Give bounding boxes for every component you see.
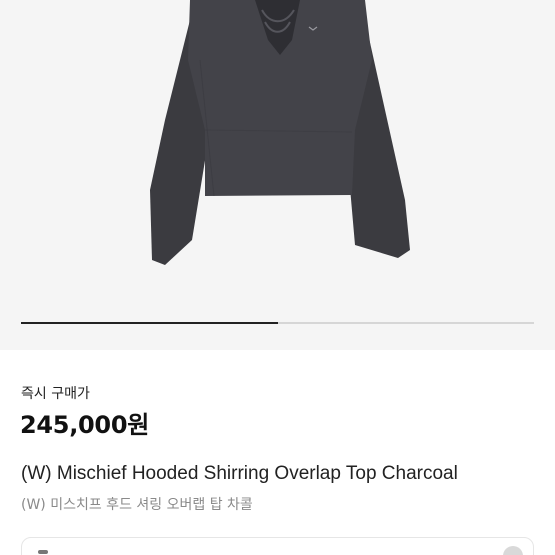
chevron-circle-icon[interactable] — [503, 546, 523, 555]
product-gallery[interactable] — [0, 0, 555, 350]
option-card[interactable] — [21, 537, 534, 555]
price-label: 즉시 구매가 — [21, 386, 90, 402]
product-image — [150, 0, 410, 265]
gallery-progress-track — [21, 322, 534, 324]
gallery-progress-fill — [21, 322, 278, 324]
product-title-ko[interactable]: (W) 미스치프 후드 셔링 오버랩 탑 차콜 — [21, 494, 253, 514]
option-indicator — [38, 550, 48, 554]
product-info: 즉시 구매가 245,000원 (W) Mischief Hooded Shir… — [0, 350, 555, 555]
product-title-en[interactable]: (W) Mischief Hooded Shirring Overlap Top… — [21, 463, 458, 485]
price: 245,000원 — [20, 411, 149, 439]
